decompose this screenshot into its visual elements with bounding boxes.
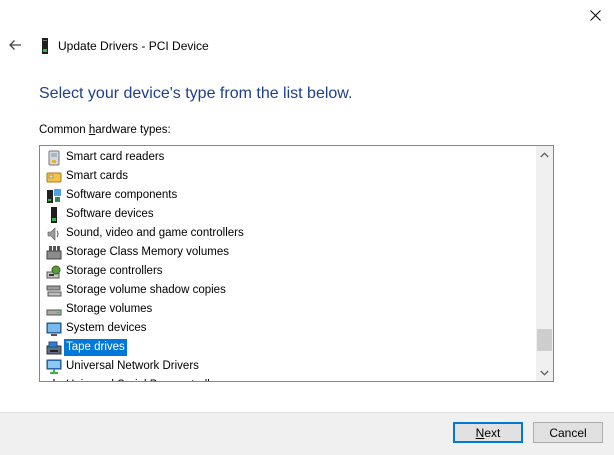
list-item[interactable]: Smart card readers [40, 148, 536, 167]
storage-volume-icon [46, 309, 62, 315]
storage-controller-icon [46, 265, 61, 278]
list-label-suffix: ardware types: [95, 124, 171, 136]
tape-drive-icon [46, 341, 62, 354]
list-label: Common hardware types: [39, 124, 171, 136]
scroll-thumb[interactable] [537, 329, 552, 351]
list-item[interactable]: Universal Network Drivers [40, 357, 536, 376]
list-item-label: Sound, video and game controllers [66, 227, 244, 239]
software-device-icon [51, 206, 57, 223]
list-item-label: Software components [66, 189, 178, 201]
list-item[interactable]: Sound, video and game controllers [40, 224, 536, 243]
close-icon [589, 9, 601, 21]
list-item[interactable]: Storage Class Memory volumes [40, 243, 536, 262]
back-button[interactable] [4, 32, 26, 58]
next-accelerator: N [475, 425, 485, 440]
smart-card-icon [46, 172, 62, 182]
chevron-up-icon [540, 151, 549, 157]
back-arrow-icon [9, 40, 21, 50]
list-item[interactable]: Smart cards [40, 167, 536, 186]
list-item-label: Smart card readers [66, 151, 165, 163]
network-driver-icon [46, 359, 62, 374]
close-button[interactable] [576, 0, 614, 30]
list-item[interactable]: Storage volume shadow copies [40, 281, 536, 300]
list-label-prefix: Common [39, 124, 89, 136]
memory-volume-icon [46, 245, 62, 259]
software-component-icon [47, 188, 61, 203]
list-item-label: Storage Class Memory volumes [66, 246, 229, 258]
list-item[interactable]: Storage volumes [40, 300, 536, 319]
list-item[interactable]: Software devices [40, 205, 536, 224]
list-item-label: Universal Network Drivers [66, 360, 199, 372]
shadow-copy-icon [46, 285, 62, 296]
dialog-footer: Next Cancel [0, 412, 614, 455]
vertical-scrollbar[interactable] [536, 146, 553, 381]
list-item[interactable]: Storage controllers [40, 262, 536, 281]
list-item-label: Tape drives [64, 339, 127, 356]
usb-controller-icon [53, 378, 55, 381]
list-item[interactable]: Tape drives [40, 338, 536, 357]
speaker-icon [47, 226, 59, 241]
list-item-label: Smart cards [66, 170, 128, 182]
next-button[interactable]: Next [453, 422, 523, 443]
hardware-types-rows: Smart card readers Smart cards Software co… [40, 148, 536, 381]
scroll-down-button[interactable] [536, 364, 553, 381]
smart-card-reader-icon [48, 150, 60, 165]
list-item-label: Storage volume shadow copies [66, 284, 226, 296]
window-title-text: Update Drivers - PCI Device [58, 39, 209, 53]
list-item[interactable]: Software components [40, 186, 536, 205]
list-item-label: Software devices [66, 208, 154, 220]
system-device-icon [46, 322, 62, 336]
list-item[interactable]: Universal Serial Bus controllers [40, 376, 536, 381]
pci-device-icon [42, 38, 48, 54]
cancel-button[interactable]: Cancel [533, 422, 603, 443]
next-label-rest: ext [484, 425, 501, 440]
list-item-label: Storage controllers [66, 265, 163, 277]
page-heading: Select your device's type from the list … [39, 85, 353, 102]
hardware-types-list[interactable]: Smart card readers Smart cards Software co… [39, 145, 554, 382]
window-title: Update Drivers - PCI Device [40, 36, 209, 56]
chevron-down-icon [540, 370, 549, 376]
list-item[interactable]: System devices [40, 319, 536, 338]
scroll-up-button[interactable] [536, 146, 553, 163]
list-item-label: Storage volumes [66, 303, 153, 315]
list-item-label: Universal Serial Bus controllers [64, 377, 228, 381]
list-item-label: System devices [66, 322, 147, 334]
